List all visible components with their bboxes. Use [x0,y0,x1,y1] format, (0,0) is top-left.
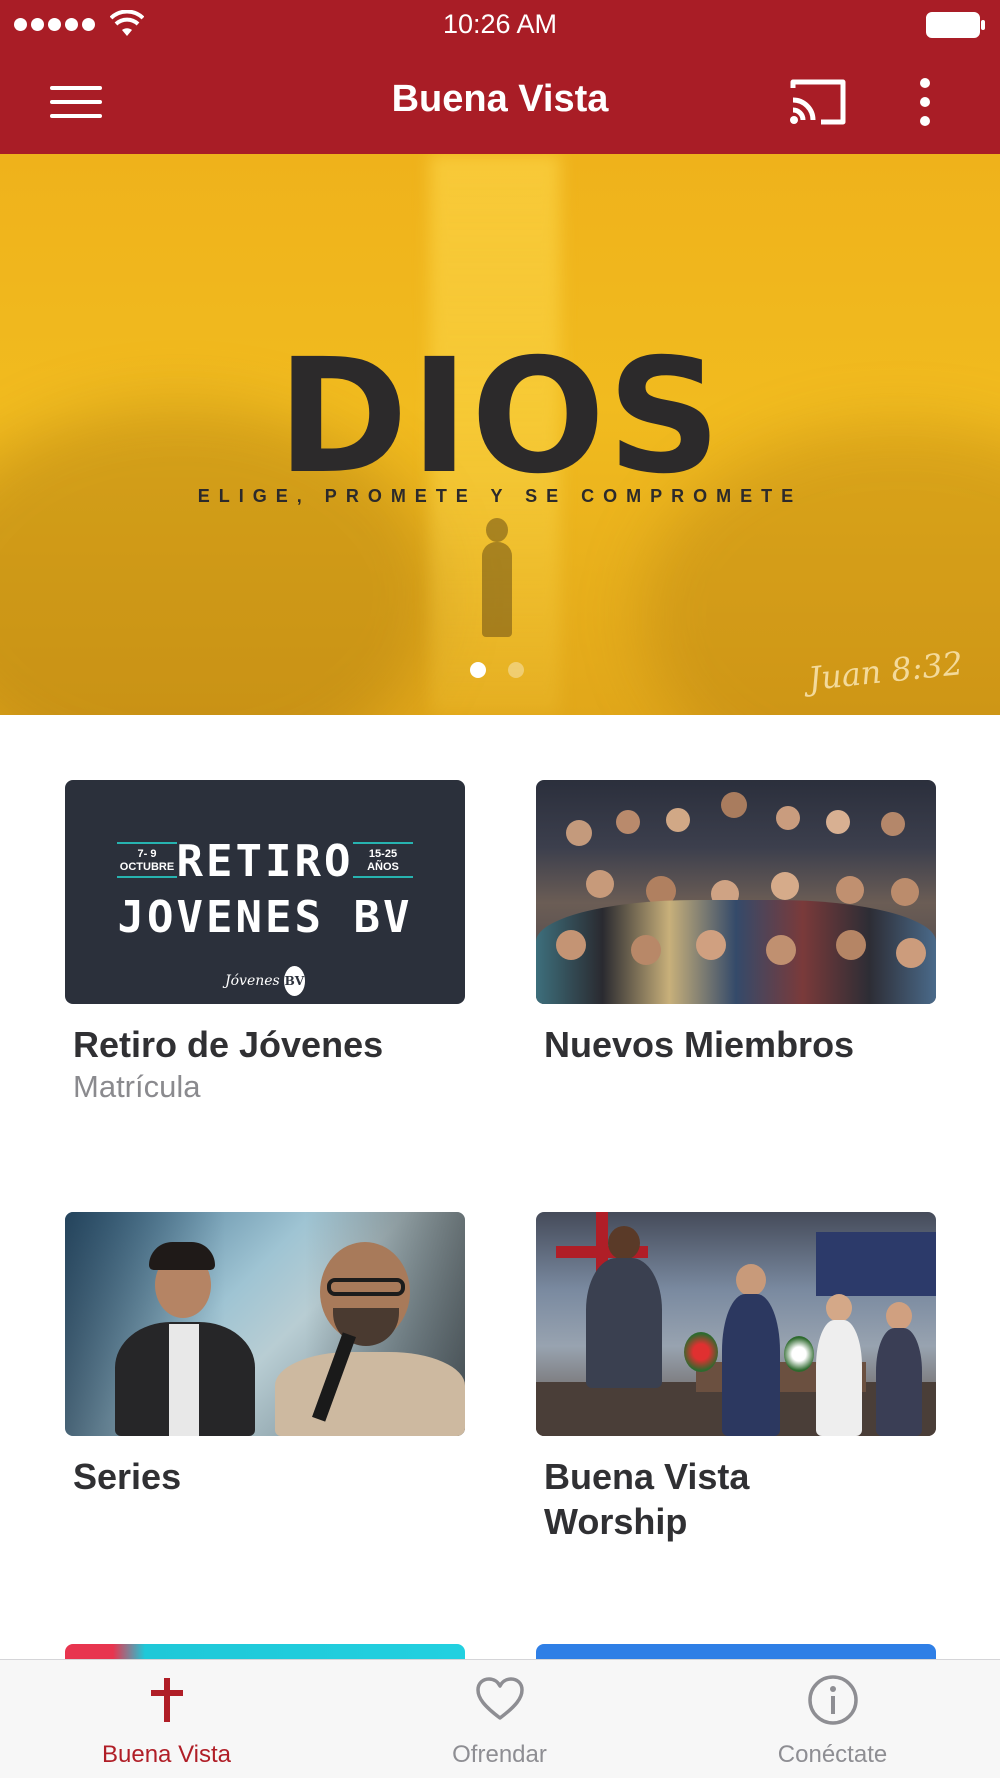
card-subtitle: Matrícula [73,1069,201,1104]
info-icon [808,1675,858,1725]
card-nuevos-miembros[interactable]: Nuevos Miembros [536,780,936,1067]
hero-title: DIOS [276,325,724,509]
series-photo [65,1212,465,1436]
tab-ofrendar[interactable]: Ofrendar [333,1660,666,1778]
jovenes-bv-logo: Jóvenes BV [225,966,305,996]
hero-subtitle: ELIGE, PROMETE Y SE COMPROMETE [197,486,803,506]
worship-photo [536,1212,936,1436]
retiro-line2-text: JOVENES BV [117,892,413,943]
retiro-line1-text: RETIRO [176,836,354,887]
hero-carousel[interactable]: DIOS ELIGE, PROMETE Y SE COMPROMETE Juan… [0,154,1000,715]
app-header: Buena Vista [0,50,1000,154]
tab-bar: Buena Vista Ofrendar Conéctate [0,1659,1000,1778]
card-retiro-jovenes[interactable]: 7- 9 OCTUBRE 15-25 AÑOS RETIRO JOVENES B… [65,780,465,1107]
card-title: Nuevos Miembros [544,1024,855,1065]
cross-icon [151,1678,183,1722]
card-series[interactable]: Series [65,1212,465,1499]
tab-buena-vista[interactable]: Buena Vista [0,1660,333,1778]
carousel-dot-1[interactable] [470,662,486,678]
status-time: 10:26 AM [442,9,558,39]
silhouette-figure [486,518,508,542]
carousel-dot-2[interactable] [508,662,524,678]
retiro-jovenes-image: 7- 9 OCTUBRE 15-25 AÑOS RETIRO JOVENES B… [65,780,465,1004]
status-bar: 10:26 AM [0,0,1000,50]
cast-icon[interactable] [785,74,851,130]
battery-full-icon [926,12,985,38]
card-buena-vista-worship[interactable]: Buena Vista Worship [536,1212,936,1544]
card-peek-right[interactable] [536,1644,936,1660]
nuevos-miembros-photo [536,780,936,1004]
carousel-pagination[interactable] [470,662,524,678]
card-title: Buena Vista Worship [544,1456,750,1542]
more-vertical-icon[interactable] [900,70,950,134]
card-title: Series [73,1456,182,1497]
tab-label: Conéctate [777,1741,888,1768]
card-title: Retiro de Jóvenes [73,1024,384,1065]
heart-icon [476,1677,524,1720]
tab-conectate[interactable]: Conéctate [666,1660,999,1778]
tab-label: Ofrendar [452,1741,547,1768]
tab-label: Buena Vista [102,1741,231,1768]
card-peek-left[interactable] [65,1644,465,1660]
